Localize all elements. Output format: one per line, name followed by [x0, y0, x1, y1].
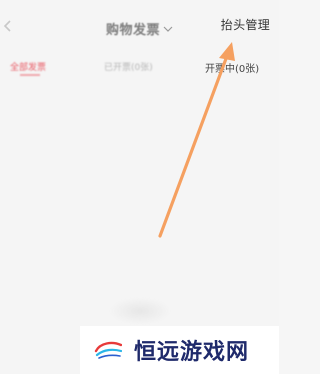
title-management-button[interactable]: 抬头管理	[221, 16, 270, 33]
page-title[interactable]: 购物发票	[106, 19, 160, 38]
tab-all-invoices[interactable]: 全部发票	[10, 60, 46, 73]
tab-issuing[interactable]: 开票中(0张)	[205, 60, 259, 75]
invoice-tabs: 全部发票 已开票(0张) 开票中(0张)	[0, 60, 279, 82]
chevron-down-icon[interactable]	[163, 18, 173, 32]
watermark: 恒远游戏网	[80, 326, 279, 374]
invoice-screen: 购物发票 抬头管理 全部发票 已开票(0张) 开票中(0张) 恒远游戏网	[0, 0, 279, 374]
tab-issued[interactable]: 已开票(0张)	[104, 60, 153, 73]
watermark-text: 恒远游戏网	[134, 339, 250, 365]
active-tab-indicator	[20, 74, 40, 76]
watermark-logo	[94, 341, 122, 359]
empty-state-illustration	[110, 298, 170, 324]
top-navigation-bar: 购物发票 抬头管理	[0, 0, 279, 52]
